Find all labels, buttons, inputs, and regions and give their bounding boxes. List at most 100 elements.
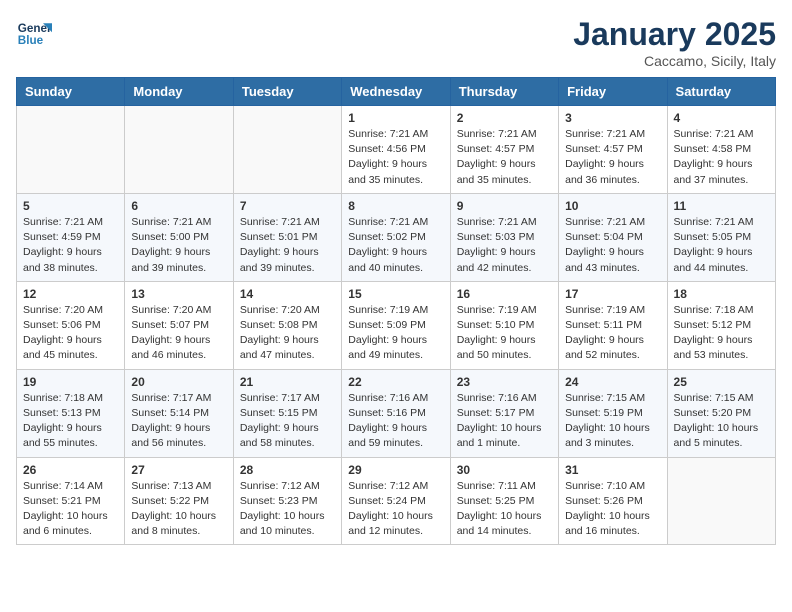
calendar-week-row: 19 Sunrise: 7:18 AM Sunset: 5:13 PM Dayli… (17, 369, 776, 457)
day-info: Sunrise: 7:17 AM Sunset: 5:14 PM Dayligh… (131, 391, 226, 452)
day-header-saturday: Saturday (667, 78, 775, 106)
day-info: Sunrise: 7:14 AM Sunset: 5:21 PM Dayligh… (23, 479, 118, 540)
day-number: 11 (674, 199, 769, 213)
day-info: Sunrise: 7:18 AM Sunset: 5:13 PM Dayligh… (23, 391, 118, 452)
calendar-cell: 26 Sunrise: 7:14 AM Sunset: 5:21 PM Dayli… (17, 457, 125, 545)
day-number: 19 (23, 375, 118, 389)
day-header-tuesday: Tuesday (233, 78, 341, 106)
day-info: Sunrise: 7:21 AM Sunset: 4:57 PM Dayligh… (457, 127, 552, 188)
logo-icon: General Blue (16, 16, 52, 52)
day-number: 3 (565, 111, 660, 125)
day-info: Sunrise: 7:10 AM Sunset: 5:26 PM Dayligh… (565, 479, 660, 540)
day-number: 25 (674, 375, 769, 389)
day-number: 31 (565, 463, 660, 477)
calendar-cell: 28Sunrise: 7:12 AM Sunset: 5:23 PM Dayli… (233, 457, 341, 545)
calendar-cell: 18Sunrise: 7:18 AM Sunset: 5:12 PM Dayli… (667, 281, 775, 369)
calendar-cell: 25 Sunrise: 7:15 AM Sunset: 5:20 PM Dayli… (667, 369, 775, 457)
calendar-cell (125, 106, 233, 194)
day-info: Sunrise: 7:19 AM Sunset: 5:09 PM Dayligh… (348, 303, 443, 364)
day-info: Sunrise: 7:19 AM Sunset: 5:10 PM Dayligh… (457, 303, 552, 364)
day-info: Sunrise: 7:15 AM Sunset: 5:20 PM Dayligh… (674, 391, 769, 452)
calendar-cell: 5Sunrise: 7:21 AM Sunset: 4:59 PM Daylig… (17, 193, 125, 281)
calendar-table: SundayMondayTuesdayWednesdayThursdayFrid… (16, 77, 776, 545)
calendar-cell: 27 Sunrise: 7:13 AM Sunset: 5:22 PM Dayli… (125, 457, 233, 545)
day-info: Sunrise: 7:11 AM Sunset: 5:25 PM Dayligh… (457, 479, 552, 540)
day-info: Sunrise: 7:20 AM Sunset: 5:07 PM Dayligh… (131, 303, 226, 364)
calendar-week-row: 1 Sunrise: 7:21 AM Sunset: 4:56 PM Daylig… (17, 106, 776, 194)
day-info: Sunrise: 7:21 AM Sunset: 4:57 PM Dayligh… (565, 127, 660, 188)
day-number: 26 (23, 463, 118, 477)
calendar-cell: 1 Sunrise: 7:21 AM Sunset: 4:56 PM Daylig… (342, 106, 450, 194)
calendar-cell: 17 Sunrise: 7:19 AM Sunset: 5:11 PM Dayli… (559, 281, 667, 369)
day-info: Sunrise: 7:16 AM Sunset: 5:17 PM Dayligh… (457, 391, 552, 452)
calendar-cell: 10 Sunrise: 7:21 AM Sunset: 5:04 PM Dayli… (559, 193, 667, 281)
day-info: Sunrise: 7:19 AM Sunset: 5:11 PM Dayligh… (565, 303, 660, 364)
calendar-cell: 29 Sunrise: 7:12 AM Sunset: 5:24 PM Dayli… (342, 457, 450, 545)
day-number: 21 (240, 375, 335, 389)
calendar-cell: 16 Sunrise: 7:19 AM Sunset: 5:10 PM Dayli… (450, 281, 558, 369)
day-header-sunday: Sunday (17, 78, 125, 106)
day-number: 15 (348, 287, 443, 301)
calendar-cell: 31 Sunrise: 7:10 AM Sunset: 5:26 PM Dayli… (559, 457, 667, 545)
day-header-monday: Monday (125, 78, 233, 106)
calendar-cell: 20 Sunrise: 7:17 AM Sunset: 5:14 PM Dayli… (125, 369, 233, 457)
logo: General Blue (16, 16, 52, 52)
day-number: 20 (131, 375, 226, 389)
calendar-cell (17, 106, 125, 194)
page-header: General Blue January 2025 Caccamo, Sicil… (16, 16, 776, 69)
day-number: 14 (240, 287, 335, 301)
calendar-cell: 8Sunrise: 7:21 AM Sunset: 5:02 PM Daylig… (342, 193, 450, 281)
day-number: 13 (131, 287, 226, 301)
calendar-cell: 7Sunrise: 7:21 AM Sunset: 5:01 PM Daylig… (233, 193, 341, 281)
day-number: 5 (23, 199, 118, 213)
calendar-cell: 9 Sunrise: 7:21 AM Sunset: 5:03 PM Daylig… (450, 193, 558, 281)
svg-text:Blue: Blue (18, 34, 44, 47)
day-header-wednesday: Wednesday (342, 78, 450, 106)
day-number: 9 (457, 199, 552, 213)
day-info: Sunrise: 7:21 AM Sunset: 5:05 PM Dayligh… (674, 215, 769, 276)
day-info: Sunrise: 7:15 AM Sunset: 5:19 PM Dayligh… (565, 391, 660, 452)
day-number: 27 (131, 463, 226, 477)
location-subtitle: Caccamo, Sicily, Italy (573, 53, 776, 69)
calendar-cell: 3 Sunrise: 7:21 AM Sunset: 4:57 PM Daylig… (559, 106, 667, 194)
day-info: Sunrise: 7:21 AM Sunset: 4:58 PM Dayligh… (674, 127, 769, 188)
month-title: January 2025 (573, 16, 776, 53)
calendar-cell: 4 Sunrise: 7:21 AM Sunset: 4:58 PM Daylig… (667, 106, 775, 194)
day-info: Sunrise: 7:21 AM Sunset: 4:56 PM Dayligh… (348, 127, 443, 188)
day-info: Sunrise: 7:18 AM Sunset: 5:12 PM Dayligh… (674, 303, 769, 364)
day-number: 24 (565, 375, 660, 389)
day-info: Sunrise: 7:21 AM Sunset: 5:01 PM Dayligh… (240, 215, 335, 276)
day-info: Sunrise: 7:12 AM Sunset: 5:24 PM Dayligh… (348, 479, 443, 540)
day-number: 4 (674, 111, 769, 125)
day-number: 6 (131, 199, 226, 213)
day-info: Sunrise: 7:20 AM Sunset: 5:08 PM Dayligh… (240, 303, 335, 364)
calendar-cell: 19 Sunrise: 7:18 AM Sunset: 5:13 PM Dayli… (17, 369, 125, 457)
calendar-cell: 13 Sunrise: 7:20 AM Sunset: 5:07 PM Dayli… (125, 281, 233, 369)
calendar-week-row: 12Sunrise: 7:20 AM Sunset: 5:06 PM Dayli… (17, 281, 776, 369)
day-info: Sunrise: 7:21 AM Sunset: 5:02 PM Dayligh… (348, 215, 443, 276)
day-info: Sunrise: 7:21 AM Sunset: 5:03 PM Dayligh… (457, 215, 552, 276)
calendar-cell: 6Sunrise: 7:21 AM Sunset: 5:00 PM Daylig… (125, 193, 233, 281)
calendar-cell: 15 Sunrise: 7:19 AM Sunset: 5:09 PM Dayli… (342, 281, 450, 369)
day-info: Sunrise: 7:12 AM Sunset: 5:23 PM Dayligh… (240, 479, 335, 540)
day-number: 17 (565, 287, 660, 301)
calendar-cell: 23Sunrise: 7:16 AM Sunset: 5:17 PM Dayli… (450, 369, 558, 457)
day-info: Sunrise: 7:17 AM Sunset: 5:15 PM Dayligh… (240, 391, 335, 452)
day-info: Sunrise: 7:13 AM Sunset: 5:22 PM Dayligh… (131, 479, 226, 540)
calendar-cell: 30Sunrise: 7:11 AM Sunset: 5:25 PM Dayli… (450, 457, 558, 545)
day-number: 1 (348, 111, 443, 125)
calendar-cell: 22Sunrise: 7:16 AM Sunset: 5:16 PM Dayli… (342, 369, 450, 457)
calendar-cell: 12Sunrise: 7:20 AM Sunset: 5:06 PM Dayli… (17, 281, 125, 369)
day-number: 16 (457, 287, 552, 301)
calendar-cell (667, 457, 775, 545)
day-info: Sunrise: 7:21 AM Sunset: 5:04 PM Dayligh… (565, 215, 660, 276)
title-block: January 2025 Caccamo, Sicily, Italy (573, 16, 776, 69)
day-header-thursday: Thursday (450, 78, 558, 106)
day-info: Sunrise: 7:16 AM Sunset: 5:16 PM Dayligh… (348, 391, 443, 452)
calendar-cell: 14 Sunrise: 7:20 AM Sunset: 5:08 PM Dayli… (233, 281, 341, 369)
day-number: 2 (457, 111, 552, 125)
calendar-cell: 21 Sunrise: 7:17 AM Sunset: 5:15 PM Dayli… (233, 369, 341, 457)
day-number: 12 (23, 287, 118, 301)
day-number: 10 (565, 199, 660, 213)
day-number: 29 (348, 463, 443, 477)
